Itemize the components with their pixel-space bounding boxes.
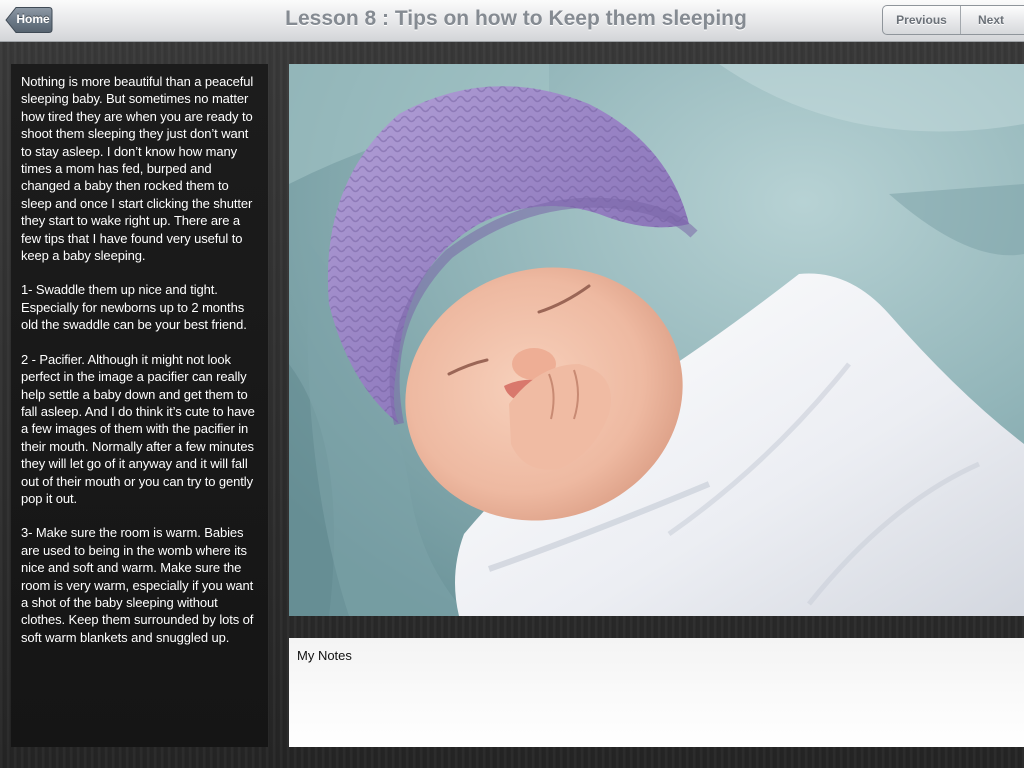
sleeping-baby-photo-icon bbox=[289, 64, 1024, 616]
lesson-paragraph-intro: Nothing is more beautiful than a peacefu… bbox=[21, 74, 254, 264]
notes-area[interactable]: My Notes bbox=[289, 638, 1024, 747]
lesson-paragraph-tip-2: 2 - Pacifier. Although it might not look… bbox=[21, 351, 255, 506]
notes-label: My Notes bbox=[297, 648, 352, 663]
next-button[interactable]: Next bbox=[961, 6, 1024, 34]
page-title: Lesson 8 : Tips on how to Keep them slee… bbox=[285, 7, 747, 30]
home-button-label: Home bbox=[16, 12, 50, 26]
top-toolbar: Home Lesson 8 : Tips on how to Keep them… bbox=[0, 0, 1024, 42]
lesson-text-panel[interactable]: Nothing is more beautiful than a peacefu… bbox=[11, 64, 268, 747]
previous-button[interactable]: Previous bbox=[883, 6, 961, 34]
home-button[interactable]: Home bbox=[5, 6, 53, 34]
lesson-paragraph-tip-3: 3- Make sure the room is warm. Babies ar… bbox=[21, 525, 254, 645]
lesson-paragraph-tip-1: 1- Swaddle them up nice and tight. Espec… bbox=[21, 282, 247, 333]
lesson-photo bbox=[289, 64, 1024, 616]
lesson-nav-segmented-control: Previous Next bbox=[882, 5, 1024, 35]
